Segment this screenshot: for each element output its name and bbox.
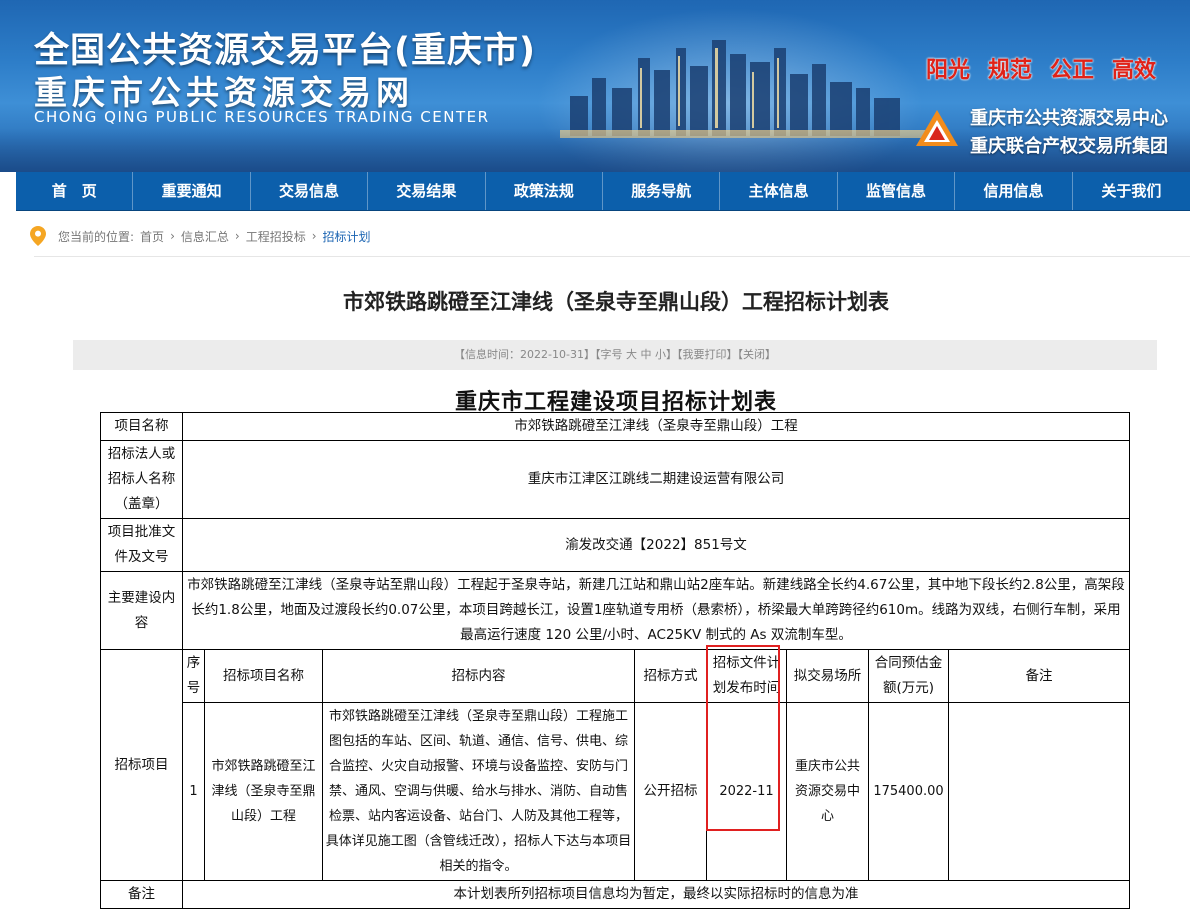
font-size-label: 【字号 xyxy=(594,348,623,361)
column-header: 拟交易场所 xyxy=(786,649,869,703)
row-release-time: 2022-11 xyxy=(706,702,787,881)
nav-home[interactable]: 首 页 xyxy=(16,172,134,210)
items-label: 招标项目 xyxy=(100,649,183,881)
article-info-bar: 【信息时间：2022-10-31】【字号 大 中 小】【我要打印】【关闭】 xyxy=(73,340,1157,370)
nav-service-guide[interactable]: 服务导航 xyxy=(603,172,721,210)
nav-about[interactable]: 关于我们 xyxy=(1073,172,1190,210)
font-medium-button[interactable]: 中 xyxy=(640,348,651,361)
nav-trade-info[interactable]: 交易信息 xyxy=(251,172,369,210)
approval-value: 渝发改交通【2022】851号文 xyxy=(182,518,1130,572)
breadcrumb: 您当前的位置: 首页 › 信息汇总 › 工程招投标 › 招标计划 xyxy=(30,226,377,246)
slogan-4: 高效 xyxy=(1112,58,1157,83)
row-method: 公开招标 xyxy=(634,702,707,881)
table-header-row: 招标项目 序号 招标项目名称 招标内容 招标方式 招标文件计划发布时间 拟交易场… xyxy=(100,649,1130,881)
project-name-value: 市郊铁路跳磴至江津线（圣泉寺至鼎山段）工程 xyxy=(182,412,1130,441)
nav-supervision[interactable]: 监管信息 xyxy=(838,172,956,210)
content-divider xyxy=(34,256,1190,257)
main-nav: 首 页 重要通知 交易信息 交易结果 政策法规 服务导航 主体信息 监管信息 信… xyxy=(16,172,1190,211)
table-row: 项目名称 市郊铁路跳磴至江津线（圣泉寺至鼎山段）工程 xyxy=(100,412,1130,441)
column-header: 招标项目名称 xyxy=(204,649,323,703)
column-header: 合同预估金额(万元) xyxy=(868,649,949,703)
table-row: 主要建设内容 市郊铁路跳磴至江津线（圣泉寺站至鼎山段）工程起于圣泉寺站，新建几江… xyxy=(100,571,1130,650)
row-amount: 175400.00 xyxy=(868,702,949,881)
table-row: 项目批准文件及文号 渝发改交通【2022】851号文 xyxy=(100,518,1130,572)
font-small-button[interactable]: 小 xyxy=(655,348,666,361)
tenderer-label: 招标法人或招标人名称（盖章） xyxy=(100,440,183,519)
column-header: 招标文件计划发布时间 xyxy=(706,649,787,703)
nav-credit[interactable]: 信用信息 xyxy=(955,172,1073,210)
breadcrumb-separator: › xyxy=(234,229,240,243)
breadcrumb-summary[interactable]: 信息汇总 xyxy=(181,228,229,245)
table-row: 备注 本计划表所列招标项目信息均为暂定，最终以实际招标时的信息为准 xyxy=(100,880,1130,909)
site-title-line2: 重庆市公共资源交易网 xyxy=(34,73,414,112)
breadcrumb-current[interactable]: 招标计划 xyxy=(323,228,371,245)
note-value: 本计划表所列招标项目信息均为暂定，最终以实际招标时的信息为准 xyxy=(182,880,1130,909)
print-button[interactable]: 【我要打印】 xyxy=(677,348,738,361)
tenderer-value: 重庆市江津区江跳线二期建设运营有限公司 xyxy=(182,440,1130,519)
org-logo-icon xyxy=(916,110,958,146)
content-label: 主要建设内容 xyxy=(100,571,183,650)
header-banner: 全国公共资源交易平台(重庆市) 重庆市公共资源交易网 CHONG QING PU… xyxy=(0,0,1190,172)
slogan-1: 阳光 xyxy=(926,58,971,83)
breadcrumb-home[interactable]: 首页 xyxy=(140,228,164,245)
org-name-2: 重庆联合产权交易所集团 xyxy=(970,136,1168,157)
row-no: 1 xyxy=(182,702,205,881)
font-size-end: 】 xyxy=(665,348,677,361)
content-value: 市郊铁路跳磴至江津线（圣泉寺站至鼎山段）工程起于圣泉寺站，新建几江站和鼎山站2座… xyxy=(182,571,1130,650)
font-large-button[interactable]: 大 xyxy=(626,348,637,361)
nav-notices[interactable]: 重要通知 xyxy=(133,172,251,210)
project-name-label: 项目名称 xyxy=(100,412,183,441)
breadcrumb-engineering[interactable]: 工程招投标 xyxy=(246,228,306,245)
slogans: 阳光 规范 公正 高效 xyxy=(926,52,1156,84)
table-row: 1 市郊铁路跳磴至江津线（圣泉寺至鼎山段）工程 市郊铁路跳磴至江津线（圣泉寺至鼎… xyxy=(101,702,1130,881)
breadcrumb-prefix: 您当前的位置: xyxy=(58,229,135,244)
row-venue: 重庆市公共资源交易中心 xyxy=(786,702,869,881)
nav-policies[interactable]: 政策法规 xyxy=(486,172,604,210)
close-button[interactable]: 【关闭】 xyxy=(737,348,776,361)
plan-table: 项目名称 市郊铁路跳磴至江津线（圣泉寺至鼎山段）工程 招标法人或招标人名称（盖章… xyxy=(100,412,1130,909)
column-header: 招标内容 xyxy=(322,649,635,703)
table-row: 招标法人或招标人名称（盖章） 重庆市江津区江跳线二期建设运营有限公司 xyxy=(100,440,1130,519)
breadcrumb-separator: › xyxy=(170,229,175,243)
location-pin-icon xyxy=(30,226,46,246)
column-header: 序号 xyxy=(182,649,205,703)
article-title: 市郊铁路跳磴至江津线（圣泉寺至鼎山段）工程招标计划表 xyxy=(343,290,889,314)
nav-trade-results[interactable]: 交易结果 xyxy=(368,172,486,210)
slogan-3: 公正 xyxy=(1050,58,1095,83)
column-header: 备注 xyxy=(948,649,1130,703)
site-subtitle-en: CHONG QING PUBLIC RESOURCES TRADING CENT… xyxy=(34,108,490,126)
nav-subject-info[interactable]: 主体信息 xyxy=(720,172,838,210)
note-label: 备注 xyxy=(100,880,183,909)
approval-label: 项目批准文件及文号 xyxy=(100,518,183,572)
org-name-1: 重庆市公共资源交易中心 xyxy=(970,108,1168,129)
breadcrumb-separator: › xyxy=(311,229,317,243)
slogan-2: 规范 xyxy=(988,58,1033,83)
row-remark xyxy=(948,702,1130,881)
row-name: 市郊铁路跳磴至江津线（圣泉寺至鼎山段）工程 xyxy=(204,702,323,881)
info-time: 【信息时间：2022-10-31】 xyxy=(454,348,595,361)
row-content: 市郊铁路跳磴至江津线（圣泉寺至鼎山段）工程施工图包括的车站、区间、轨道、通信、信… xyxy=(322,702,635,881)
column-header: 招标方式 xyxy=(634,649,707,703)
